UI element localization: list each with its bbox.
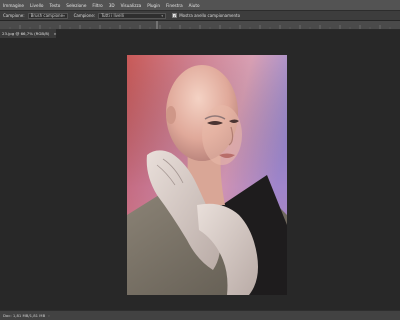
menu-visualizza[interactable]: Visualizza: [118, 3, 145, 8]
chevron-right-icon[interactable]: ›: [48, 313, 50, 318]
checkbox-icon[interactable]: ✓: [172, 13, 178, 18]
menu-bar: Immagine Livello Testo Selezione Filtro …: [0, 0, 400, 10]
status-bar: Doc: 1,81 MB/1,81 MB ›: [0, 310, 400, 320]
document-tab-title: 23.jpg @ 66,7% (RGB/8): [2, 31, 50, 36]
sample-select-value: Brush campione: [30, 13, 64, 18]
menu-selezione[interactable]: Selezione: [63, 3, 89, 8]
sample-label: Campione:: [3, 13, 25, 18]
checkbox-label: Mostra anello campionamento: [179, 13, 241, 18]
sample-select[interactable]: Brush campione ▾: [27, 12, 68, 19]
menu-livello[interactable]: Livello: [27, 3, 46, 8]
horizontal-ruler[interactable]: [0, 21, 400, 30]
status-doc-size: Doc: 1,81 MB/1,81 MB: [3, 313, 46, 318]
canvas-workspace[interactable]: [0, 38, 400, 308]
menu-3d[interactable]: 3D: [106, 3, 118, 8]
menu-finestra[interactable]: Finestra: [163, 3, 186, 8]
menu-immagine[interactable]: Immagine: [0, 3, 27, 8]
sample2-label: Campione:: [73, 13, 96, 18]
menu-filtro[interactable]: Filtro: [89, 3, 105, 8]
menu-aiuto[interactable]: Aiuto: [186, 3, 203, 8]
ruler-ticks: [9, 21, 391, 29]
document-tab[interactable]: 23.jpg @ 66,7% (RGB/8) ×: [0, 29, 57, 38]
chevron-down-icon: ▾: [63, 13, 65, 18]
sample2-select-value: Tutti i livelli: [101, 13, 124, 18]
close-icon[interactable]: ×: [53, 31, 56, 36]
options-bar: Campione: Brush campione ▾ Campione: Tut…: [0, 10, 400, 21]
menu-plugin[interactable]: Plugin: [144, 3, 163, 8]
document-image[interactable]: [127, 55, 287, 295]
sample2-select[interactable]: Tutti i livelli ▾: [98, 12, 167, 19]
chevron-down-icon: ▾: [161, 13, 164, 18]
menu-testo[interactable]: Testo: [46, 3, 63, 8]
portrait-photo: [127, 55, 287, 295]
